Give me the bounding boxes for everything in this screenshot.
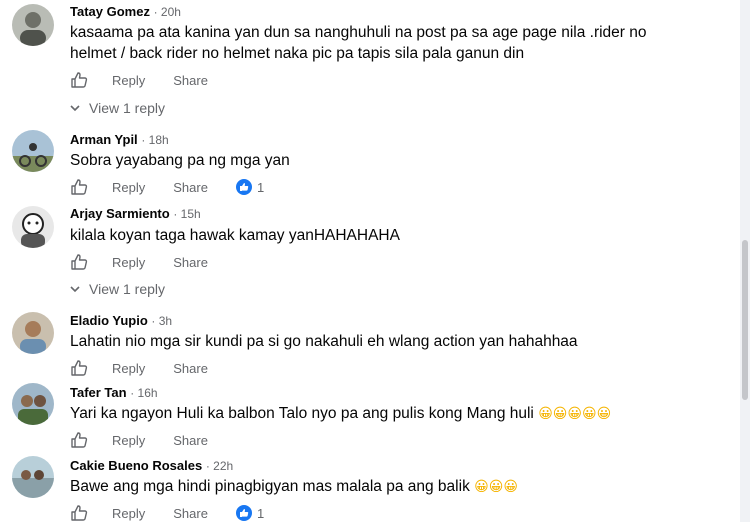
reaction-summary[interactable]: 1 (235, 505, 265, 521)
comment-time: · 3h (151, 314, 173, 328)
comment-text: Yari ka ngayon Huli ka balbon Talo nyo p… (70, 405, 612, 422)
reply-button[interactable]: Reply (112, 73, 145, 88)
view-replies-button[interactable]: View 1 reply (70, 100, 165, 116)
comment-actions: Reply Share (70, 359, 208, 377)
like-reaction-icon (235, 179, 252, 195)
like-reaction-icon (235, 505, 252, 521)
comment-text: Lahatin nio mga sir kundi pa si go nakah… (70, 333, 578, 350)
reply-button[interactable]: Reply (112, 255, 145, 270)
comment-author[interactable]: Cakie Bueno Rosales · 22h (70, 458, 233, 473)
comment-actions: Reply Share (70, 253, 208, 271)
thumbs-up-icon[interactable] (70, 359, 88, 377)
avatar[interactable] (12, 456, 54, 498)
comment-actions: Reply Share 1 (70, 504, 264, 522)
reaction-summary[interactable]: 1 (235, 179, 265, 195)
reply-button[interactable]: Reply (112, 506, 145, 521)
view-replies-button[interactable]: View 1 reply (70, 281, 165, 297)
reaction-count: 1 (256, 179, 265, 195)
share-button[interactable]: Share (173, 73, 208, 88)
comment-text: Bawe ang mga hindi pinagbigyan mas malal… (70, 478, 518, 495)
thumbs-up-icon[interactable] (70, 253, 88, 271)
reaction-count: 1 (256, 505, 265, 521)
emoji-group: 😀😀😀😀😀 (538, 406, 612, 422)
view-replies-label: View 1 reply (89, 100, 166, 116)
avatar[interactable] (12, 383, 54, 425)
avatar[interactable] (12, 312, 54, 354)
thumbs-up-icon[interactable] (70, 71, 88, 89)
reply-button[interactable]: Reply (112, 433, 145, 448)
scrollbar-thumb[interactable] (742, 240, 748, 400)
chevron-down-icon (70, 105, 80, 112)
comment-text: kilala koyan taga hawak kamay yanHAHAHAH… (70, 227, 400, 244)
share-button[interactable]: Share (173, 433, 208, 448)
comment-actions: Reply Share 1 (70, 178, 264, 196)
chevron-down-icon (70, 286, 80, 293)
reply-button[interactable]: Reply (112, 361, 145, 376)
share-button[interactable]: Share (173, 506, 208, 521)
avatar[interactable] (12, 130, 54, 172)
comment-author[interactable]: Eladio Yupio · 3h (70, 313, 172, 328)
share-button[interactable]: Share (173, 255, 208, 270)
share-button[interactable]: Share (173, 361, 208, 376)
avatar[interactable] (12, 206, 54, 248)
comment-author[interactable]: Tatay Gomez · 20h (70, 4, 181, 19)
comment-actions: Reply Share (70, 431, 208, 449)
comment-text: kasaama pa ata kanina yan dun sa nanghuh… (70, 24, 647, 62)
comment-author[interactable]: Tafer Tan · 16h (70, 385, 158, 400)
scrollbar[interactable] (740, 0, 750, 522)
comment-author[interactable]: Arjay Sarmiento · 15h (70, 206, 201, 221)
view-replies-label: View 1 reply (89, 281, 166, 297)
reply-button[interactable]: Reply (112, 180, 145, 195)
avatar[interactable] (12, 4, 54, 46)
comment-text: Sobra yayabang pa ng mga yan (70, 152, 290, 169)
thumbs-up-icon[interactable] (70, 431, 88, 449)
comment-time: · 20h (153, 5, 181, 19)
comment-time: · 22h (205, 459, 234, 473)
emoji-group: 😀😀😀 (474, 479, 518, 495)
comment-actions: Reply Share (70, 71, 208, 89)
comment-time: · 15h (173, 207, 201, 221)
thumbs-up-icon[interactable] (70, 178, 88, 196)
comment-author[interactable]: Arman Ypil · 18h (70, 132, 169, 147)
comment-time: · 18h (141, 133, 169, 147)
comment-time: · 16h (130, 386, 158, 400)
share-button[interactable]: Share (173, 180, 208, 195)
thumbs-up-icon[interactable] (70, 504, 88, 522)
